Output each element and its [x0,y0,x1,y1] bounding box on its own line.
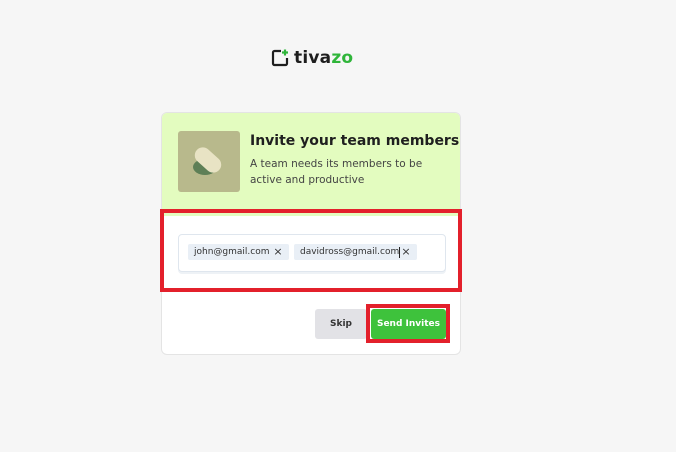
tivazo-logo-icon [271,49,289,67]
email-chip: davidross@gmail.com × [294,244,417,260]
team-illustration [178,131,240,192]
pill-illustration-icon [193,147,222,175]
invite-card: Invite your team members A team needs it… [161,112,461,355]
brand-name-prefix: tiva [294,48,332,68]
send-invites-button[interactable]: Send Invites [371,309,446,339]
skip-button[interactable]: Skip [315,309,367,339]
invite-subtitle: A team needs its members to be active an… [250,158,423,186]
brand-name: tivazo [294,48,353,68]
invite-title: Invite your team members [250,133,460,149]
brand-name-suffix: zo [331,48,354,68]
brand-logo: tivazo [271,48,353,68]
close-icon[interactable]: × [273,246,283,257]
email-chip-text: davidross@gmail.com [300,247,400,257]
email-input[interactable]: john@gmail.com × davidross@gmail.com × [178,234,446,272]
invite-card-header: Invite your team members A team needs it… [162,113,460,216]
email-chip: john@gmail.com × [188,244,289,260]
email-chip-text: john@gmail.com [194,247,270,257]
close-icon[interactable]: × [401,246,411,257]
